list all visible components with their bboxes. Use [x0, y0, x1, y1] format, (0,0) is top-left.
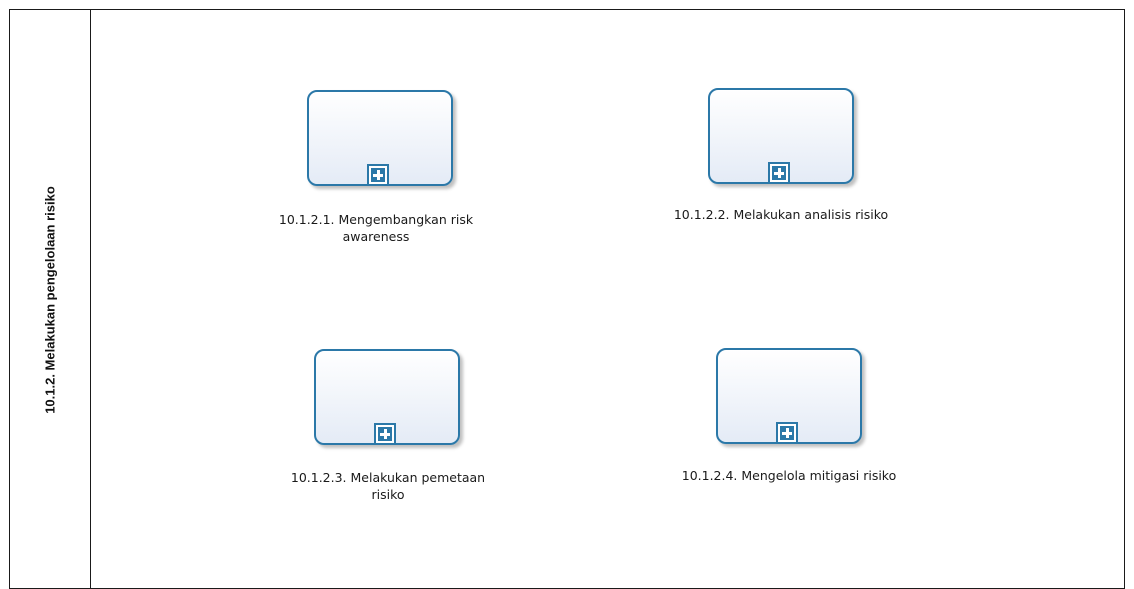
lane-title[interactable]: 10.1.2. Melakukan pengelolaan risiko	[43, 186, 58, 414]
plus-icon	[772, 166, 786, 180]
task-mengembangkan-risk-awareness[interactable]	[307, 90, 453, 186]
subprocess-marker[interactable]	[776, 422, 798, 444]
lane-header: 10.1.2. Melakukan pengelolaan risiko	[10, 10, 91, 588]
task-label-line1: 10.1.2.1. Mengembangkan risk	[278, 212, 474, 227]
task-label-line2: risiko	[371, 487, 405, 502]
subprocess-marker[interactable]	[367, 164, 389, 186]
task-mengelola-mitigasi-risiko[interactable]	[716, 348, 862, 444]
task-label: 10.1.2.3. Melakukan pemetaan risiko	[238, 469, 538, 503]
task-label-line2: awareness	[342, 229, 410, 244]
task-label-line1: 10.1.2.3. Melakukan pemetaan	[290, 470, 486, 485]
task-label-line1: 10.1.2.4. Mengelola mitigasi risiko	[681, 468, 897, 483]
task-label: 10.1.2.2. Melakukan analisis risiko	[631, 206, 931, 223]
plus-icon	[378, 427, 392, 441]
task-label: 10.1.2.1. Mengembangkan risk awareness	[226, 211, 526, 245]
task-melakukan-pemetaan-risiko[interactable]	[314, 349, 460, 445]
subprocess-marker[interactable]	[768, 162, 790, 184]
task-label-line1: 10.1.2.2. Melakukan analisis risiko	[673, 207, 889, 222]
task-melakukan-analisis-risiko[interactable]	[708, 88, 854, 184]
plus-icon	[371, 168, 385, 182]
plus-icon	[780, 426, 794, 440]
pool: 10.1.2. Melakukan pengelolaan risiko	[9, 9, 1125, 589]
task-label: 10.1.2.4. Mengelola mitigasi risiko	[639, 467, 939, 484]
subprocess-marker[interactable]	[374, 423, 396, 445]
